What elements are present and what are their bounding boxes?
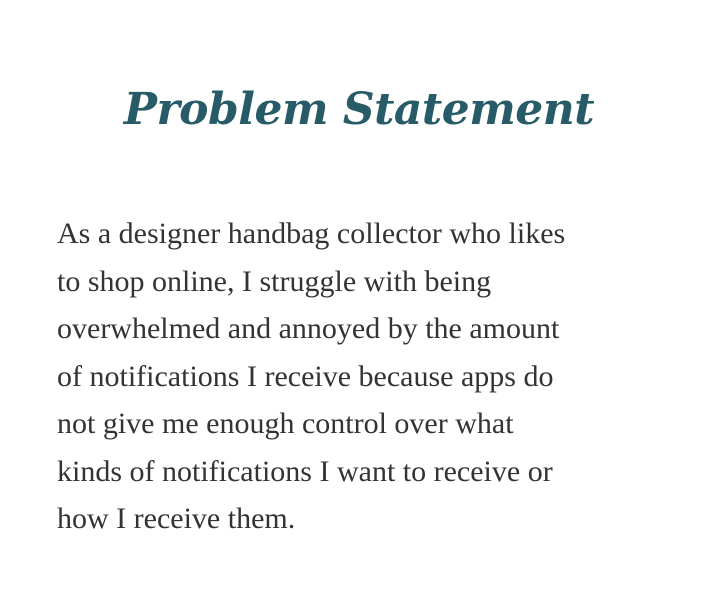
problem-statement-paragraph: As a designer handbag collector who like… <box>57 210 697 543</box>
statement-line: to shop online, I struggle with being <box>57 264 492 298</box>
statement-line: not give me enough control over what <box>57 407 514 440</box>
statement-line: overwhelmed and annoyed by the amount <box>57 312 560 345</box>
statement-line: of notifications I receive because apps … <box>57 359 554 393</box>
statement-line: how I receive them. <box>57 502 296 535</box>
statement-line: As a designer handbag collector who like… <box>57 217 566 250</box>
page-title: Problem Statement <box>123 84 595 135</box>
statement-line: kinds of notifications I want to receive… <box>57 454 553 488</box>
